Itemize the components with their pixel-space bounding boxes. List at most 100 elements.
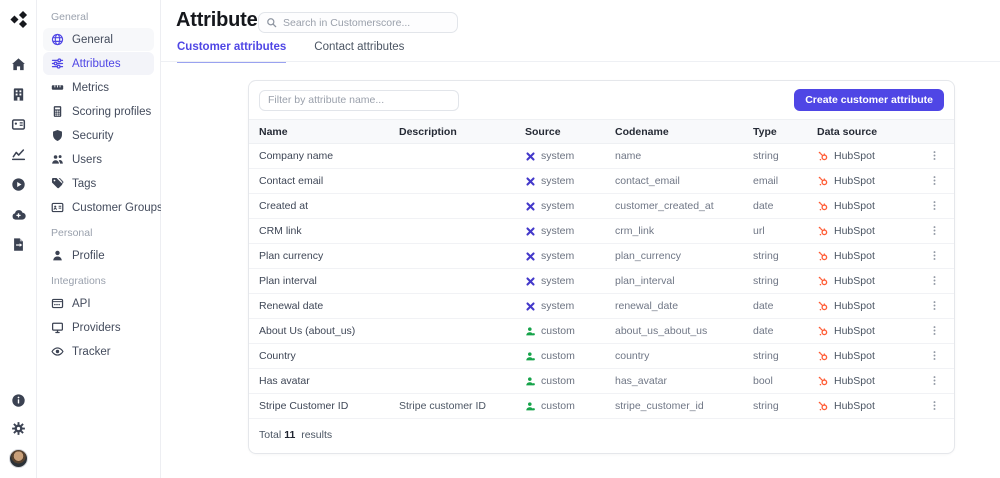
table-row: Renewal date system renewal_date date HubSpo… — [249, 294, 954, 319]
codename-cell: plan_interval — [615, 275, 675, 287]
sidebar-item-users[interactable]: Users — [43, 148, 154, 171]
source-label: system — [541, 150, 575, 162]
source-label: custom — [541, 375, 575, 387]
data-source-label: HubSpot — [834, 325, 875, 337]
sidebar-item-general[interactable]: General — [43, 28, 154, 51]
table-header: Name Description Source Codename Type Da… — [249, 119, 954, 144]
rail-gear-button[interactable] — [11, 421, 26, 439]
sidebar-item-label: Customer Groups — [72, 201, 163, 214]
sidebar-item-scoring-profiles[interactable]: Scoring profiles — [43, 100, 154, 123]
codename-cell: plan_currency — [615, 250, 681, 262]
row-actions — [912, 247, 944, 266]
page-title: Attributes — [176, 9, 269, 31]
rail-info-button[interactable] — [11, 393, 26, 411]
source-cell: system — [525, 225, 615, 237]
user-avatar[interactable] — [8, 449, 28, 468]
sidebar-item-metrics[interactable]: Metrics — [43, 76, 154, 99]
row-menu-button[interactable] — [925, 347, 944, 366]
custom-icon — [525, 376, 536, 387]
data-source-label: HubSpot — [834, 175, 875, 187]
codename-cell: has_avatar — [615, 375, 667, 387]
sidebar-item-label: Users — [72, 153, 103, 166]
system-icon — [525, 301, 536, 312]
rail-bottom — [8, 393, 28, 478]
data-source-cell: HubSpot — [817, 225, 912, 237]
eye-icon — [51, 345, 64, 358]
data-source-cell: HubSpot — [817, 200, 912, 212]
user-icon — [51, 249, 64, 262]
table-row: Plan currency system plan_currency string Hu… — [249, 244, 954, 269]
total-count: 11 — [284, 429, 296, 441]
sidebar-item-security[interactable]: Security — [43, 124, 154, 147]
row-menu-button[interactable] — [925, 397, 944, 416]
row-menu-button[interactable] — [925, 197, 944, 216]
total-label: Total — [259, 429, 282, 441]
global-search-input[interactable] — [283, 16, 443, 29]
chart-icon — [11, 147, 26, 162]
rail-play-button[interactable] — [11, 177, 26, 195]
rail-id-badge-button[interactable] — [11, 117, 26, 135]
rail-cloud-upload-button[interactable] — [11, 207, 26, 225]
custom-icon — [525, 351, 536, 362]
sidebar-item-providers[interactable]: Providers — [43, 316, 154, 339]
type-cell: date — [753, 200, 774, 212]
hubspot-icon — [817, 300, 829, 312]
tab-customer-attributes[interactable]: Customer attributes — [177, 41, 287, 63]
codename-cell: crm_link — [615, 225, 655, 237]
data-source-cell: HubSpot — [817, 150, 912, 162]
row-menu-button[interactable] — [925, 372, 944, 391]
app-logo-icon[interactable] — [9, 10, 28, 29]
sidebar-item-tracker[interactable]: Tracker — [43, 340, 154, 363]
row-menu-button[interactable] — [925, 147, 944, 166]
data-source-cell: HubSpot — [817, 400, 912, 412]
hubspot-icon — [817, 175, 829, 187]
card-toolbar: Create customer attribute — [249, 81, 954, 119]
system-icon — [525, 226, 536, 237]
custom-icon — [525, 326, 536, 337]
system-icon — [525, 276, 536, 287]
rail-file-export-button[interactable] — [11, 237, 26, 255]
data-source-label: HubSpot — [834, 375, 875, 387]
file-export-icon — [11, 237, 26, 252]
data-source-label: HubSpot — [834, 200, 875, 212]
rail-building-button[interactable] — [11, 87, 26, 105]
home-icon — [11, 57, 26, 72]
section-label-integrations: Integrations — [51, 275, 106, 287]
settings-sidebar: General General Attributes Metrics Scoring p… — [37, 0, 163, 478]
data-source-label: HubSpot — [834, 400, 875, 412]
row-menu-button[interactable] — [925, 172, 944, 191]
row-menu-button[interactable] — [925, 322, 944, 341]
type-cell: date — [753, 300, 774, 312]
section-label-personal: Personal — [51, 227, 93, 239]
results-label: results — [301, 429, 333, 441]
calculator-icon — [51, 105, 64, 118]
attribute-name-cell: Has avatar — [259, 375, 310, 387]
sidebar-item-label: Tags — [72, 177, 97, 190]
sidebar-item-profile[interactable]: Profile — [43, 244, 154, 267]
sidebar-item-tags[interactable]: Tags — [43, 172, 154, 195]
row-menu-button[interactable] — [925, 247, 944, 266]
sidebar-item-customer-groups[interactable]: Customer Groups — [43, 196, 163, 219]
filter-input[interactable] — [259, 89, 459, 111]
source-cell: custom — [525, 375, 615, 387]
table-row: Contact email system contact_email email Hub… — [249, 169, 954, 194]
play-icon — [11, 177, 26, 192]
row-menu-button[interactable] — [925, 222, 944, 241]
global-search[interactable] — [258, 12, 458, 33]
row-menu-button[interactable] — [925, 272, 944, 291]
row-menu-button[interactable] — [925, 297, 944, 316]
column-header-source: Source — [525, 125, 561, 138]
data-source-cell: HubSpot — [817, 250, 912, 262]
tab-contact-attributes[interactable]: Contact attributes — [314, 41, 404, 63]
sidebar-item-label: Metrics — [72, 81, 110, 94]
row-actions — [912, 297, 944, 316]
hubspot-icon — [817, 400, 829, 412]
rail-chart-button[interactable] — [11, 147, 26, 165]
icon-rail — [0, 0, 37, 478]
column-header-type: Type — [753, 125, 777, 138]
sidebar-item-api[interactable]: API — [43, 292, 154, 315]
rail-home-button[interactable] — [11, 57, 26, 75]
source-cell: system — [525, 150, 615, 162]
sidebar-item-attributes[interactable]: Attributes — [43, 52, 154, 75]
create-customer-attribute-button[interactable]: Create customer attribute — [794, 89, 944, 111]
